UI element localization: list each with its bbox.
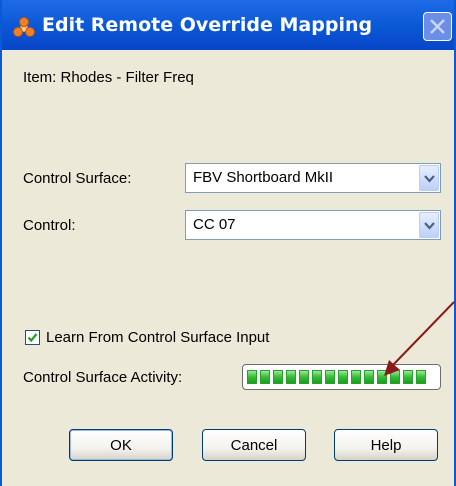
- learn-checkbox[interactable]: [25, 330, 40, 345]
- control-surface-value: FBV Shortboard MkII: [193, 169, 334, 186]
- control-surface-label: Control Surface:: [23, 170, 132, 187]
- annotation-arrow-icon: [384, 301, 455, 376]
- meter-segment: [299, 370, 309, 384]
- meter-segment: [312, 370, 322, 384]
- close-icon: [430, 19, 445, 34]
- app-logo-icon: [12, 16, 36, 40]
- title-bar[interactable]: Edit Remote Override Mapping: [2, 0, 454, 50]
- control-surface-dropdown-button[interactable]: [419, 165, 439, 191]
- control-label: Control:: [23, 217, 76, 234]
- meter-segment: [364, 370, 374, 384]
- control-dropdown-button[interactable]: [419, 212, 439, 238]
- window-title: Edit Remote Override Mapping: [42, 14, 373, 36]
- cancel-button[interactable]: Cancel: [202, 429, 306, 461]
- meter-segment: [260, 370, 270, 384]
- meter-segment: [338, 370, 348, 384]
- meter-segment: [247, 370, 257, 384]
- help-button[interactable]: Help: [334, 429, 438, 461]
- meter-segment: [351, 370, 361, 384]
- item-label: Item: Rhodes - Filter Freq: [23, 69, 194, 86]
- control-surface-dropdown[interactable]: FBV Shortboard MkII: [185, 163, 441, 193]
- chevron-down-icon: [424, 175, 435, 183]
- activity-label: Control Surface Activity:: [23, 369, 183, 386]
- meter-segment: [286, 370, 296, 384]
- ok-button[interactable]: OK: [69, 429, 173, 461]
- control-dropdown[interactable]: CC 07: [185, 210, 441, 240]
- checkmark-icon: [27, 333, 38, 343]
- meter-segment: [273, 370, 283, 384]
- dialog-window: Edit Remote Override Mapping Item: Rhode…: [0, 0, 456, 486]
- control-value: CC 07: [193, 216, 236, 233]
- learn-checkbox-label[interactable]: Learn From Control Surface Input: [46, 329, 269, 346]
- meter-segment: [325, 370, 335, 384]
- close-button[interactable]: [423, 12, 452, 41]
- chevron-down-icon: [424, 222, 435, 230]
